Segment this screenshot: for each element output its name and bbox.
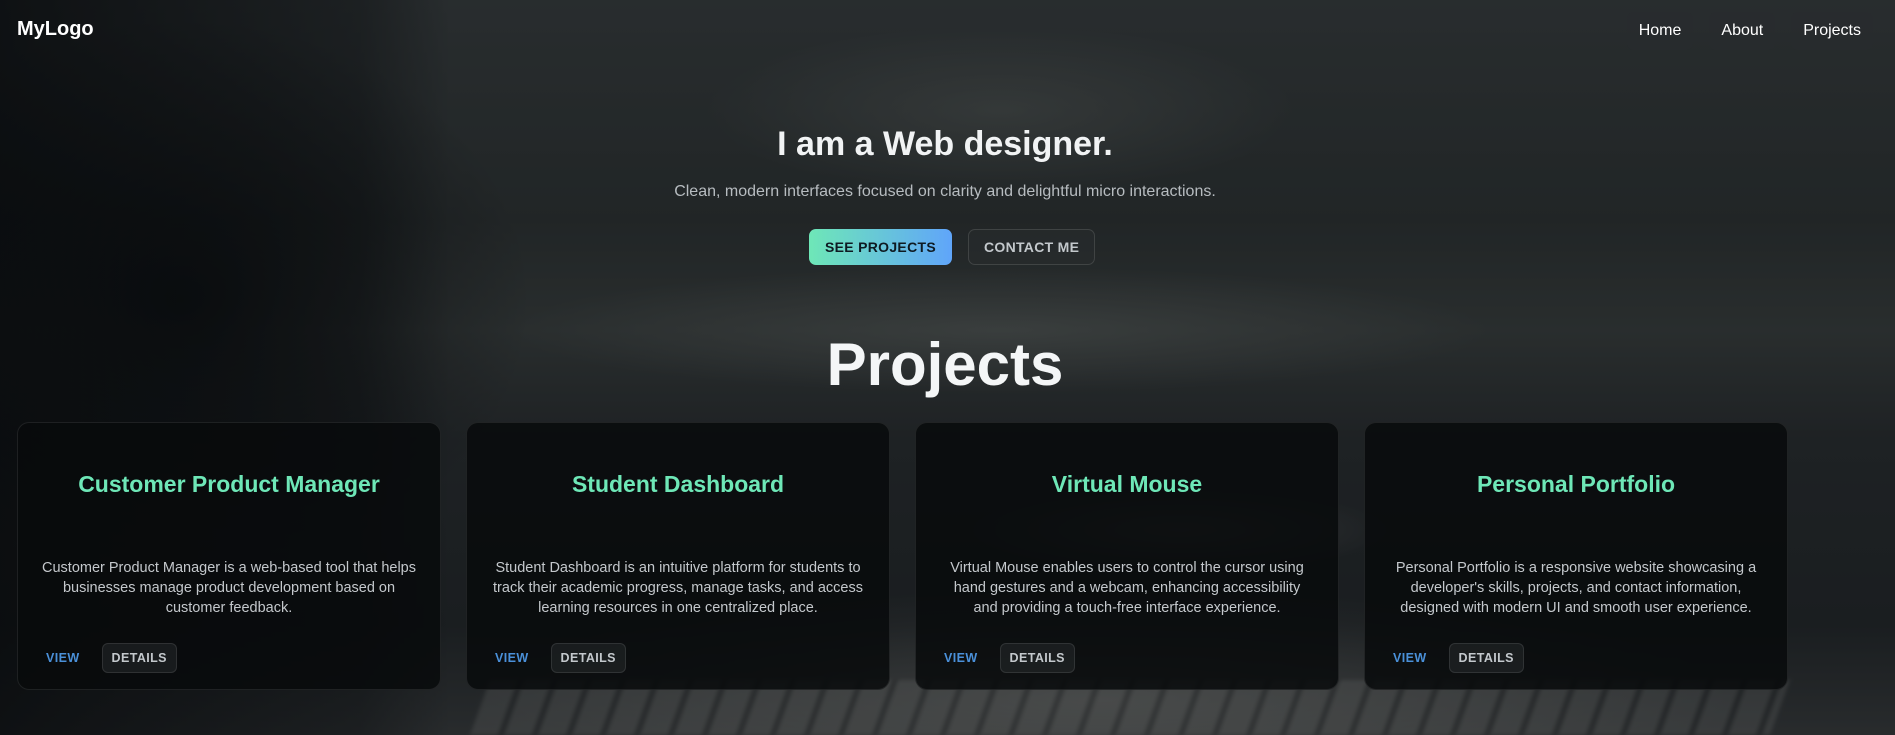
details-button[interactable]: DETAILS (550, 643, 626, 673)
hero-buttons: SEE PROJECTS CONTACT ME (809, 229, 1096, 265)
details-button[interactable]: DETAILS (1448, 643, 1524, 673)
project-card-actions: VIEW DETAILS (485, 643, 626, 673)
project-card-actions: VIEW DETAILS (36, 643, 177, 673)
hero-title: I am a Web designer. (777, 125, 1113, 163)
project-card: Customer Product Manager Customer Produc… (17, 422, 441, 690)
view-button[interactable]: VIEW (36, 643, 90, 673)
nav-link-projects[interactable]: Projects (1791, 12, 1873, 50)
project-card: Virtual Mouse Virtual Mouse enables user… (915, 422, 1339, 690)
nav-link-about[interactable]: About (1709, 12, 1776, 50)
project-card-description: Student Dashboard is an intuitive platfo… (493, 560, 863, 616)
see-projects-button[interactable]: SEE PROJECTS (809, 229, 952, 265)
project-card: Personal Portfolio Personal Portfolio is… (1364, 422, 1788, 690)
project-card-actions: VIEW DETAILS (1383, 643, 1524, 673)
project-card-actions: VIEW DETAILS (934, 643, 1075, 673)
hero-subtitle: Clean, modern interfaces focused on clar… (674, 183, 1216, 200)
project-card-description: Customer Product Manager is a web-based … (42, 560, 416, 616)
view-button[interactable]: VIEW (485, 643, 539, 673)
project-card-description: Virtual Mouse enables users to control t… (950, 560, 1304, 616)
project-cards: Customer Product Manager Customer Produc… (17, 422, 1788, 690)
project-card-title: Personal Portfolio (1476, 471, 1676, 497)
details-button[interactable]: DETAILS (999, 643, 1075, 673)
project-card-title: Customer Product Manager (78, 471, 380, 497)
page: MyLogo Home About Projects I am a Web de… (0, 0, 1895, 735)
project-card: Student Dashboard Student Dashboard is a… (466, 422, 890, 690)
projects-heading: Projects (826, 331, 1064, 398)
logo[interactable]: MyLogo (17, 18, 94, 41)
nav-link-home[interactable]: Home (1626, 12, 1694, 50)
project-card-title: Virtual Mouse (1051, 471, 1203, 497)
details-button[interactable]: DETAILS (101, 643, 177, 673)
view-button[interactable]: VIEW (934, 643, 988, 673)
project-card-description: Personal Portfolio is a responsive websi… (1395, 560, 1757, 616)
view-button[interactable]: VIEW (1383, 643, 1437, 673)
navbar: Home About Projects (1626, 12, 1873, 50)
contact-me-button[interactable]: CONTACT ME (967, 229, 1096, 265)
project-card-title: Student Dashboard (571, 471, 785, 497)
